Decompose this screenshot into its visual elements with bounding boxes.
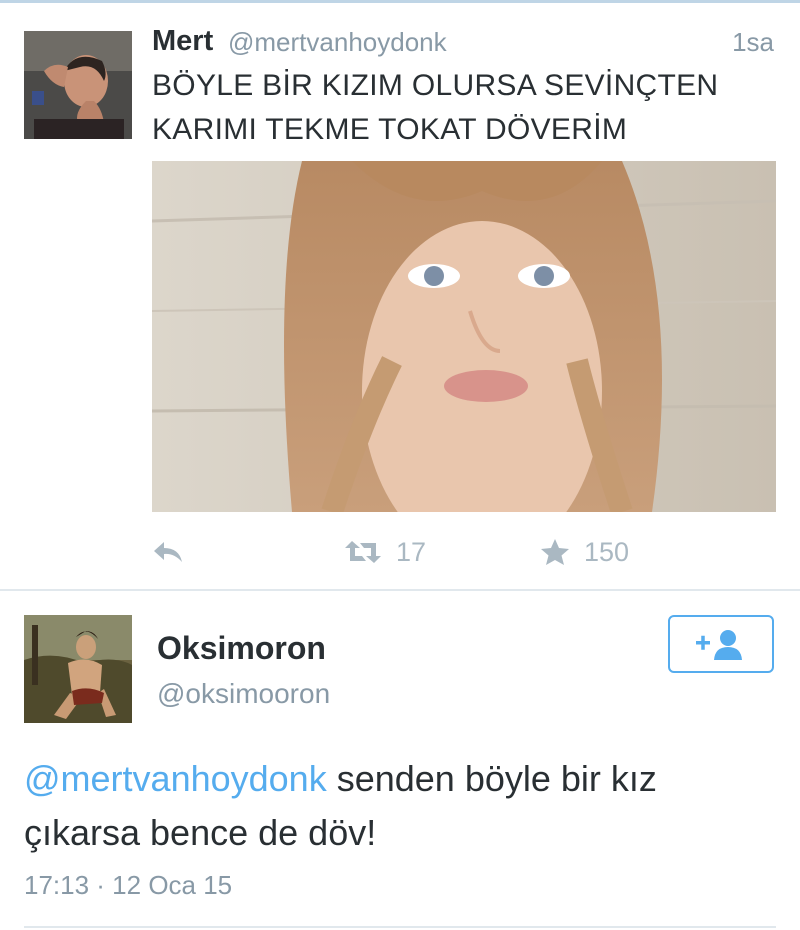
tweet-photo-image bbox=[152, 161, 776, 512]
tweet-actions: 17 150 bbox=[152, 532, 776, 572]
follow-button[interactable] bbox=[668, 615, 774, 673]
favorite-button[interactable]: 150 bbox=[540, 532, 629, 572]
reply-tweet-text: @mertvanhoydonk senden böyle bir kız çık… bbox=[24, 752, 784, 860]
reply-button[interactable] bbox=[152, 532, 184, 572]
reply-icon bbox=[154, 542, 182, 562]
tweet-time: 1sa bbox=[732, 27, 774, 57]
retweet-button[interactable]: 17 bbox=[344, 532, 426, 572]
tweet-photo[interactable] bbox=[152, 161, 776, 512]
mention-link[interactable]: @mertvanhoydonk bbox=[24, 758, 327, 799]
author-handle[interactable]: @mertvanhoydonk bbox=[228, 27, 447, 58]
reply-text-part1: senden böyle bir kız bbox=[326, 758, 657, 799]
reply-author-handle[interactable]: @oksimooron bbox=[157, 678, 330, 710]
avatar-oksimoron-image bbox=[24, 615, 132, 723]
retweet-icon bbox=[345, 541, 381, 563]
divider bbox=[0, 589, 800, 591]
avatar-mert-image bbox=[24, 31, 132, 139]
top-border bbox=[0, 0, 800, 3]
tweet-text-line2: KARIMI TEKME TOKAT DÖVERİM bbox=[152, 113, 628, 146]
bottom-divider bbox=[24, 926, 776, 928]
reply-author-name[interactable]: Oksimoron bbox=[157, 630, 326, 667]
author-name[interactable]: Mert bbox=[152, 25, 213, 58]
tweet-text: BÖYLE BİR KIZIM OLURSA SEVİNÇTEN KARIMI … bbox=[152, 64, 772, 152]
reply-timestamp[interactable]: 17:13 · 12 Oca 15 bbox=[24, 870, 232, 901]
avatar-oksimoron[interactable] bbox=[24, 615, 132, 723]
retweet-count: 17 bbox=[396, 536, 427, 567]
add-user-icon bbox=[696, 630, 742, 660]
tweet-text-line1: BÖYLE BİR KIZIM OLURSA SEVİNÇTEN bbox=[152, 69, 719, 102]
avatar-mert[interactable] bbox=[24, 31, 132, 139]
star-icon bbox=[541, 539, 569, 565]
reply-text-line1: @mertvanhoydonk senden böyle bir kız bbox=[24, 752, 784, 806]
reply-text-line2: çıkarsa bence de döv! bbox=[24, 812, 377, 853]
favorite-count: 150 bbox=[584, 536, 630, 567]
